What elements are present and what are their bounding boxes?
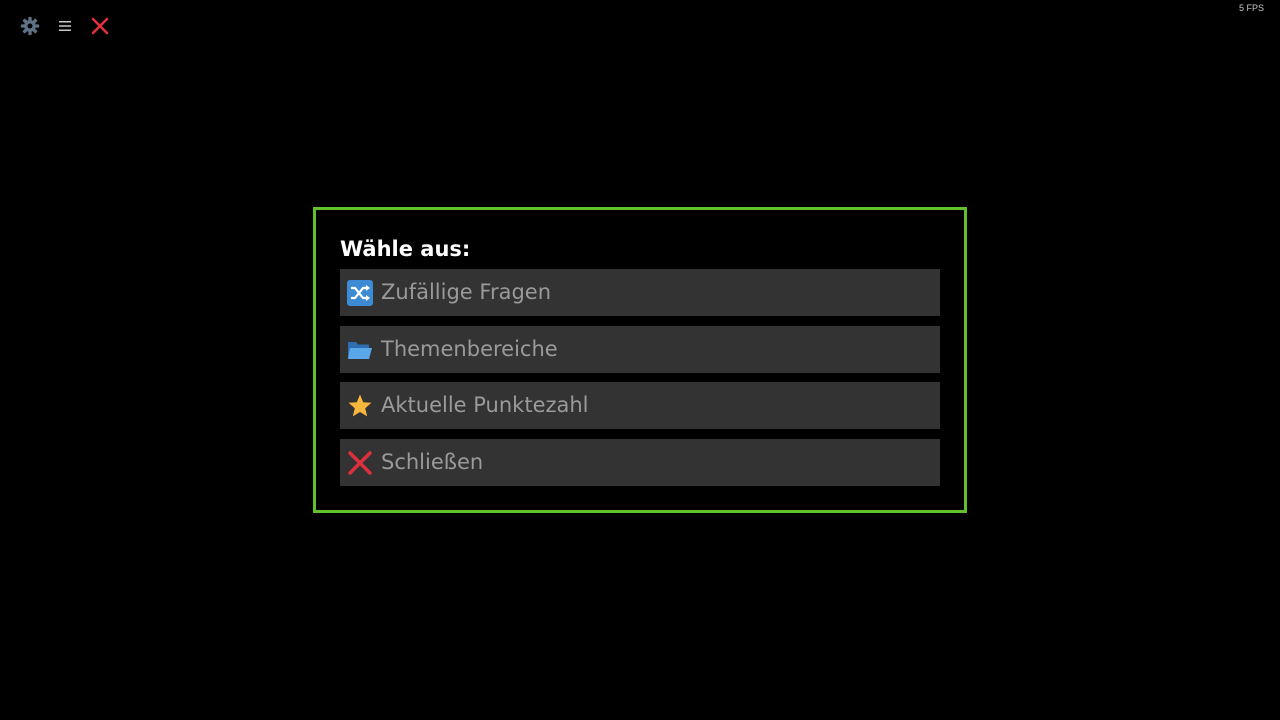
shuffle-icon [347,279,373,306]
hamburger-menu-icon [59,21,71,31]
menu-item-label: Aktuelle Punktezahl [381,393,589,417]
folder-icon [347,337,373,363]
gear-icon [20,16,40,36]
menu-item-label: Zufällige Fragen [381,280,551,304]
menu-title: Wähle aus: [340,237,471,261]
topic-areas-button[interactable]: Themenbereiche [340,326,940,373]
close-icon [91,17,109,35]
close-menu-button[interactable]: Schließen [340,439,940,486]
menu-item-label: Schließen [381,450,484,474]
star-icon [347,393,373,419]
close-button[interactable] [88,14,112,38]
menu-item-label: Themenbereiche [381,337,558,361]
current-score-button[interactable]: Aktuelle Punktezahl [340,382,940,429]
settings-button[interactable] [18,14,42,38]
selection-menu: Wähle aus: Zufällige Fragen Themenbereic… [313,207,967,513]
fps-counter: 5 FPS [1238,3,1264,13]
cross-mark-icon [347,450,373,476]
random-questions-button[interactable]: Zufällige Fragen [340,269,940,316]
menu-button[interactable] [53,14,77,38]
top-toolbar [18,14,112,38]
